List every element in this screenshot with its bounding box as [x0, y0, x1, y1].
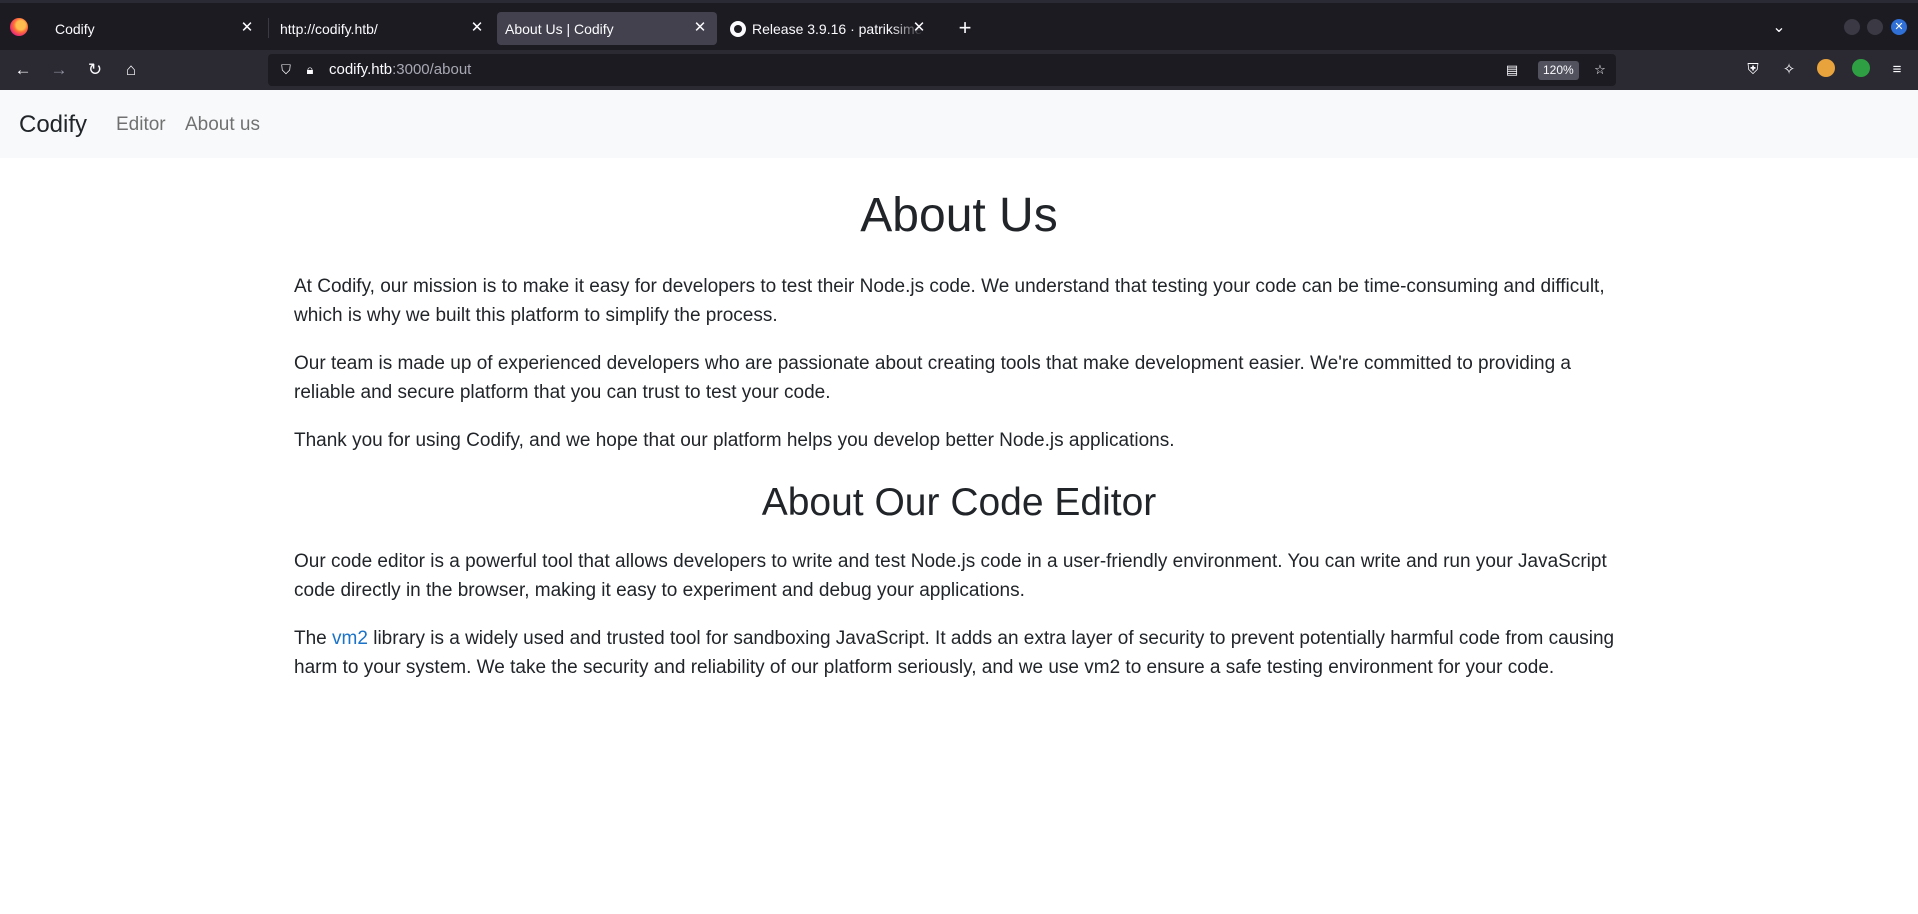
- minimize-button[interactable]: [1844, 19, 1860, 35]
- list-tabs-chevron-down-icon[interactable]: ⌄: [1765, 14, 1793, 42]
- github-icon: [730, 20, 746, 37]
- tabbar-top-line: [0, 0, 1918, 3]
- mission-paragraph: At Codify, our mission is to make it eas…: [294, 276, 1605, 326]
- tab-about-us[interactable]: About Us | Codify ✕: [497, 12, 717, 45]
- tab-separator: [268, 18, 269, 38]
- tab-codify[interactable]: Codify ✕: [42, 12, 264, 45]
- tab-close-icon[interactable]: ✕: [238, 19, 256, 37]
- extension-m-icon[interactable]: [1852, 59, 1870, 77]
- forward-arrow-icon[interactable]: →: [44, 55, 74, 85]
- thanks-paragraph: Thank you for using Codify, and we hope …: [294, 430, 1175, 451]
- vm2-paragraph-prefix: The: [294, 628, 333, 649]
- maximize-button[interactable]: [1867, 19, 1883, 35]
- browser-nav-bar: ← → ↻ ⌂ ⛉ 🔒︎ codify.htb:3000/about ▤ 120…: [0, 50, 1918, 90]
- pocket-icon[interactable]: ⛨: [1742, 59, 1764, 81]
- extension-fox-icon[interactable]: [1817, 59, 1835, 77]
- team-paragraph: Our team is made up of experienced devel…: [294, 353, 1571, 403]
- url-host: codify.htb: [329, 61, 393, 78]
- tab-title: About Us | Codify: [505, 20, 614, 37]
- vm2-paragraph: The vm2 library is a widely used and tru…: [294, 624, 1624, 682]
- url-path: :3000/about: [392, 61, 472, 78]
- bookmark-star-icon[interactable]: ☆: [1592, 62, 1608, 78]
- new-tab-button[interactable]: +: [951, 14, 979, 42]
- about-content: About Us At Codify, our mission is to ma…: [294, 158, 1624, 701]
- page-title: About Us: [860, 189, 1058, 242]
- tab-title: Codify: [55, 20, 95, 37]
- tab-close-icon[interactable]: ✕: [910, 19, 928, 37]
- tab-vm2-release[interactable]: Release 3.9.16 · patriksimek/vm2 ✕: [722, 12, 936, 45]
- url-text[interactable]: codify.htb:3000/about: [329, 61, 471, 78]
- vm2-paragraph-suffix: library is a widely used and trusted too…: [294, 628, 1615, 678]
- tab-title: http://codify.htb/: [280, 20, 378, 37]
- firefox-logo-icon[interactable]: [10, 18, 28, 36]
- reader-view-icon[interactable]: ▤: [1504, 62, 1520, 78]
- back-arrow-icon[interactable]: ←: [8, 55, 38, 85]
- hamburger-menu-icon[interactable]: ≡: [1886, 59, 1908, 81]
- zoom-level-badge[interactable]: 120%: [1538, 61, 1579, 80]
- site-brand-link[interactable]: Codify: [19, 111, 87, 139]
- lock-icon[interactable]: 🔒︎: [302, 62, 318, 78]
- reload-icon[interactable]: ↻: [80, 55, 110, 85]
- extensions-icon[interactable]: ✧: [1778, 59, 1800, 81]
- url-bar[interactable]: ⛉ 🔒︎ codify.htb:3000/about ▤ 120% ☆: [268, 54, 1616, 86]
- nav-link-about-us[interactable]: About us: [185, 114, 260, 136]
- tab-close-icon[interactable]: ✕: [468, 19, 486, 37]
- tab-codify-root[interactable]: http://codify.htb/ ✕: [272, 12, 494, 45]
- code-editor-heading: About Our Code Editor: [761, 481, 1157, 524]
- home-icon[interactable]: ⌂: [116, 55, 146, 85]
- shield-icon[interactable]: ⛉: [278, 62, 294, 78]
- nav-link-editor[interactable]: Editor: [116, 114, 166, 136]
- tab-close-icon[interactable]: ✕: [691, 19, 709, 37]
- close-window-button[interactable]: ✕: [1891, 19, 1907, 35]
- tab-title: Release 3.9.16 · patriksimek/vm2: [752, 20, 924, 37]
- page-viewport: Codify Editor About us About Us At Codif…: [0, 90, 1918, 914]
- browser-tab-bar: Codify ✕ http://codify.htb/ ✕ About Us |…: [0, 0, 1918, 50]
- vm2-link[interactable]: vm2: [332, 628, 368, 649]
- site-navbar: Codify Editor About us: [0, 90, 1918, 158]
- editor-paragraph: Our code editor is a powerful tool that …: [294, 551, 1607, 601]
